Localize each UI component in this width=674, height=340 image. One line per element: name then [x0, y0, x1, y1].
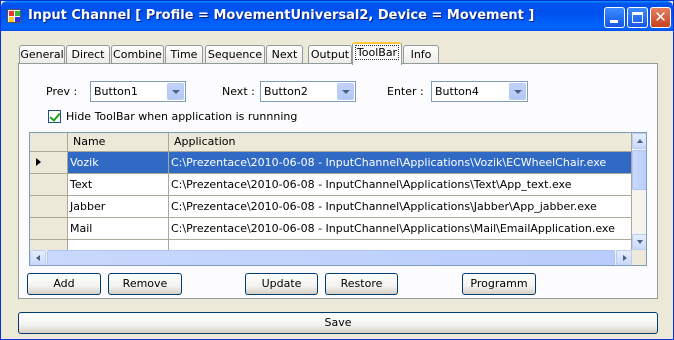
table-row-application[interactable]: C:\Prezentace\2010-06-08 - InputChannel\… [169, 196, 632, 218]
update-button[interactable]: Update [245, 273, 318, 295]
main-window: Input Channel [ Profile = MovementUniver… [0, 0, 674, 340]
prev-select[interactable]: Button1 [90, 81, 186, 102]
row-header[interactable] [30, 174, 68, 196]
table-row-application[interactable]: C:\Prezentace\2010-06-08 - InputChannel\… [169, 218, 632, 240]
scroll-right-icon[interactable] [616, 250, 632, 265]
minimize-icon [610, 20, 618, 23]
tab-toolbar[interactable]: ToolBar [352, 42, 402, 65]
vertical-scrollbar[interactable] [632, 133, 646, 250]
restore-button[interactable]: Restore [325, 273, 398, 295]
tab-direct[interactable]: Direct [66, 45, 110, 64]
row-header[interactable] [30, 218, 68, 240]
next-select-value: Button2 [264, 85, 308, 98]
tab-info[interactable]: Info [403, 45, 439, 64]
scroll-up-icon[interactable] [632, 133, 646, 149]
save-button[interactable]: Save [18, 312, 658, 334]
tab-sequence[interactable]: Sequence [205, 45, 265, 64]
row-header[interactable] [30, 196, 68, 218]
table-row-name[interactable]: Text [68, 174, 169, 196]
close-button[interactable]: ✕ [650, 7, 671, 28]
chevron-down-icon[interactable] [167, 83, 184, 100]
scroll-down-icon[interactable] [632, 234, 646, 250]
next-label: Next : [222, 85, 255, 98]
row-header-current[interactable] [30, 152, 68, 174]
app-icon[interactable] [7, 9, 21, 23]
tab-time[interactable]: Time [165, 45, 203, 64]
add-button[interactable]: Add [27, 273, 101, 295]
scrollbar-corner [632, 250, 646, 265]
grid-corner-header[interactable] [30, 133, 68, 152]
table-row-name[interactable]: Mail [68, 218, 169, 240]
window-title: Input Channel [ Profile = MovementUniver… [28, 8, 535, 23]
next-select[interactable]: Button2 [260, 81, 356, 102]
enter-label: Enter : [387, 85, 424, 98]
hide-toolbar-label[interactable]: Hide ToolBar when application is runnnin… [66, 110, 297, 123]
hide-toolbar-checkbox[interactable] [48, 110, 61, 123]
horizontal-scrollbar[interactable] [30, 250, 632, 265]
applications-grid[interactable]: Name Application Vozik C:\Prezentace\201… [29, 132, 647, 266]
vertical-scroll-thumb[interactable] [632, 150, 646, 190]
table-row-application[interactable]: C:\Prezentace\2010-06-08 - InputChannel\… [169, 174, 632, 196]
tab-toolbar-label: ToolBar [354, 45, 400, 60]
minimize-button[interactable] [604, 7, 625, 28]
horizontal-scroll-thumb[interactable] [47, 250, 615, 265]
maximize-icon [632, 12, 643, 23]
column-header-name[interactable]: Name [68, 133, 169, 152]
tab-combine[interactable]: Combine [111, 45, 164, 64]
table-row-application[interactable]: C:\Prezentace\2010-06-08 - InputChannel\… [169, 152, 632, 174]
chevron-down-icon[interactable] [509, 83, 526, 100]
programm-button[interactable]: Programm [462, 273, 536, 295]
table-row-name[interactable]: Vozik [68, 152, 169, 174]
prev-select-value: Button1 [94, 85, 138, 98]
close-icon: ✕ [654, 8, 667, 26]
enter-select-value: Button4 [435, 85, 479, 98]
chevron-down-icon[interactable] [337, 83, 354, 100]
enter-select[interactable]: Button4 [431, 81, 528, 102]
tab-next[interactable]: Next [266, 45, 303, 64]
scroll-left-icon[interactable] [30, 250, 46, 265]
tab-general[interactable]: General [19, 45, 65, 64]
maximize-button[interactable] [627, 7, 648, 28]
tab-output[interactable]: Output [308, 45, 352, 64]
remove-button[interactable]: Remove [108, 273, 182, 295]
title-bar[interactable]: Input Channel [ Profile = MovementUniver… [1, 1, 673, 31]
table-row-name[interactable]: Jabber [68, 196, 169, 218]
prev-label: Prev : [46, 85, 78, 98]
column-header-application[interactable]: Application [169, 133, 632, 152]
